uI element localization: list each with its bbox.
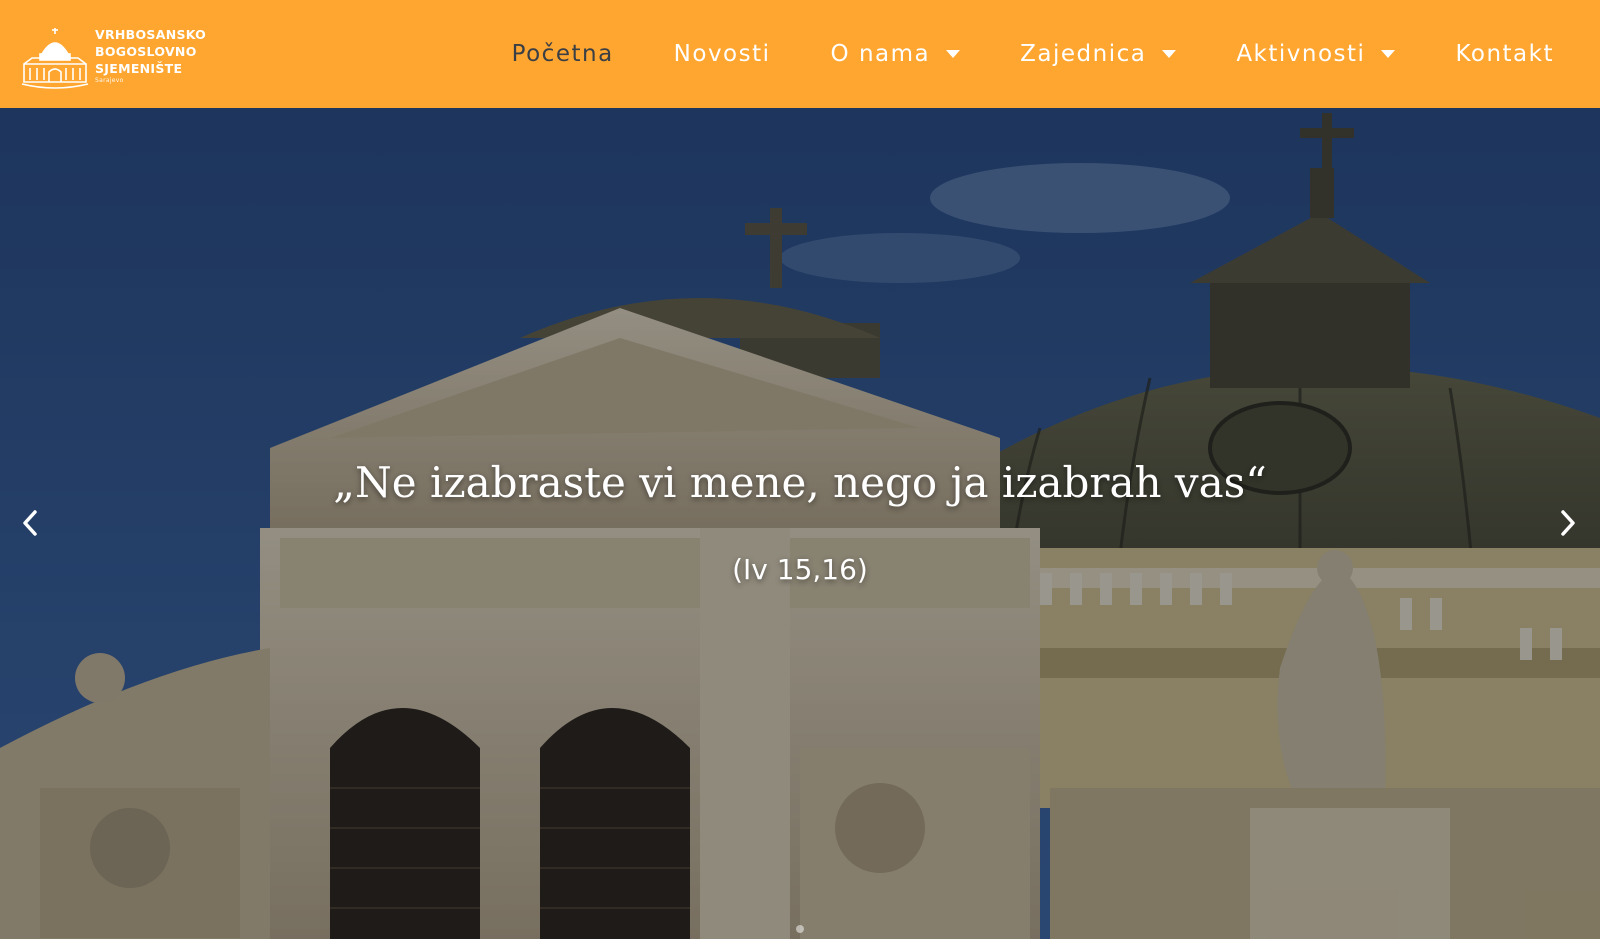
chevron-right-icon: [1561, 510, 1575, 536]
hero-dim-overlay: [0, 108, 1600, 939]
nav-item-aktivnosti[interactable]: Aktivnosti: [1236, 41, 1396, 67]
hero-slider: „Ne izabraste vi mene, nego ja izabrah v…: [0, 108, 1600, 939]
seminary-building-icon: [21, 28, 89, 89]
logo-city: Sarajevo: [95, 77, 124, 84]
nav-item-label: Kontakt: [1455, 41, 1554, 67]
nav-item-label: Aktivnosti: [1236, 41, 1366, 67]
nav-item-novosti[interactable]: Novosti: [674, 41, 771, 67]
logo-line: SJEMENIŠTE: [95, 61, 183, 76]
nav-item-pocetna[interactable]: Početna: [512, 41, 614, 67]
nav-item-label: Novosti: [673, 41, 771, 67]
site-logo[interactable]: VRHBOSANSKO BOGOSLOVNO SJEMENIŠTE Saraje…: [20, 20, 210, 92]
hero-quote: „Ne izabraste vi mene, nego ja izabrah v…: [333, 458, 1267, 507]
caret-down-icon: [1381, 50, 1396, 58]
main-navigation: Početna Novosti O nama Zajednica Aktivno…: [512, 0, 1554, 108]
nav-item-label: Početna: [511, 41, 614, 67]
logo-wordmark: VRHBOSANSKO BOGOSLOVNO SJEMENIŠTE Saraje…: [95, 26, 206, 85]
slider-next-button[interactable]: [1548, 503, 1588, 543]
logo-line: BOGOSLOVNO: [95, 44, 197, 59]
chevron-left-icon: [23, 510, 37, 536]
slider-pagination: [0, 925, 1600, 933]
logo-line: VRHBOSANSKO: [95, 27, 207, 42]
caret-down-icon: [1162, 50, 1177, 58]
nav-item-label: O nama: [830, 41, 931, 67]
nav-item-zajednica[interactable]: Zajednica: [1020, 41, 1177, 67]
site-header: VRHBOSANSKO BOGOSLOVNO SJEMENIŠTE Saraje…: [0, 0, 1600, 108]
hero-quote-reference: (Iv 15,16): [732, 553, 868, 586]
nav-item-kontakt[interactable]: Kontakt: [1455, 41, 1554, 67]
nav-item-label: Zajednica: [1020, 41, 1147, 67]
nav-item-o-nama[interactable]: O nama: [831, 41, 961, 67]
slider-prev-button[interactable]: [10, 503, 50, 543]
slider-dot[interactable]: [796, 925, 804, 933]
caret-down-icon: [946, 50, 961, 58]
